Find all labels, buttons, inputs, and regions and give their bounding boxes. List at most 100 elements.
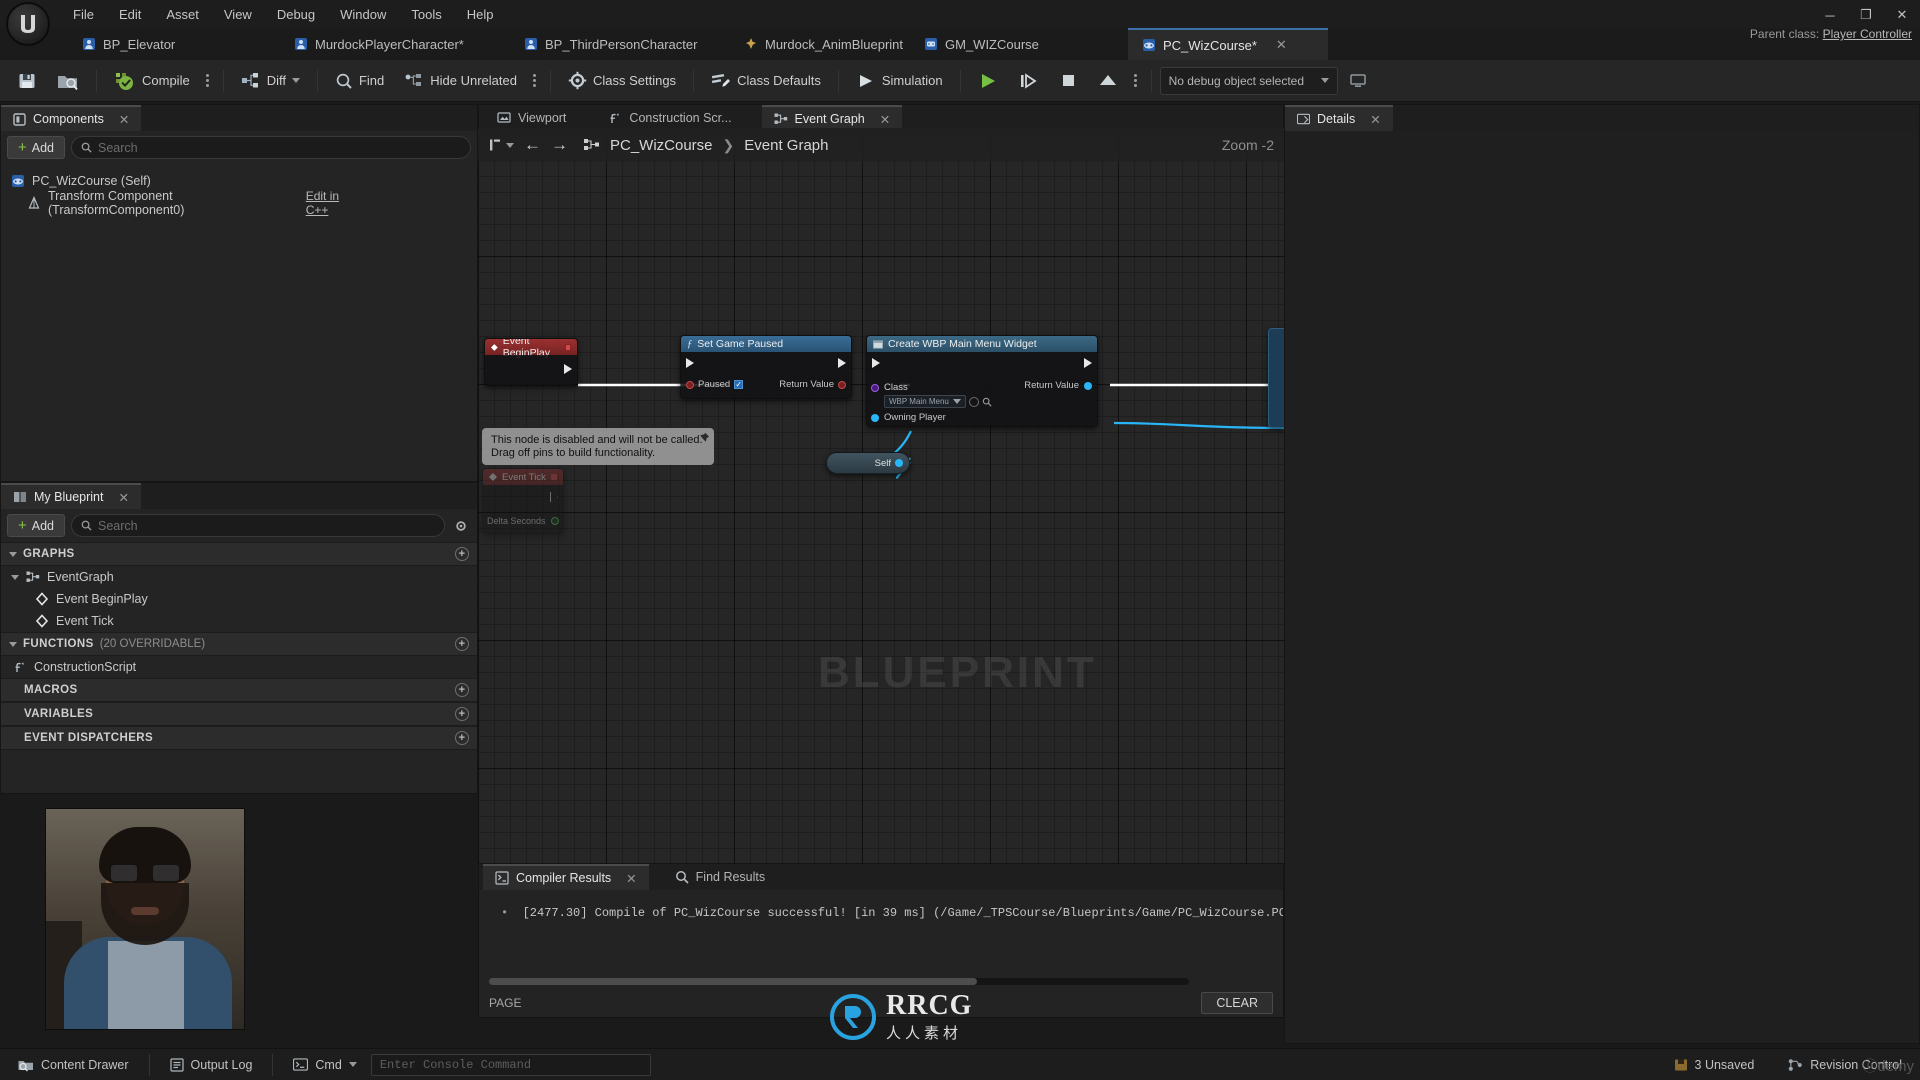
hide-unrelated-options-button[interactable]	[528, 74, 542, 87]
menu-item-asset[interactable]: Asset	[155, 3, 210, 26]
section-add-button[interactable]: +	[455, 547, 469, 561]
asset-tab-murdock_animblueprint[interactable]: Murdock_AnimBlueprint	[730, 28, 930, 60]
my-blueprint-section-macros[interactable]: MACROS +	[1, 678, 477, 702]
exec-out-pin[interactable]	[1084, 358, 1092, 368]
graph-back-button[interactable]: ←	[524, 135, 541, 155]
class-defaults-button[interactable]: Class Defaults	[702, 64, 830, 98]
close-button[interactable]: ✕	[1884, 0, 1920, 30]
clear-results-button[interactable]: CLEAR	[1201, 992, 1273, 1014]
components-search-input[interactable]: Search	[71, 136, 471, 159]
eject-button[interactable]	[1089, 64, 1127, 98]
section-add-button[interactable]: +	[455, 637, 469, 651]
section-add-button[interactable]: +	[455, 707, 469, 721]
section-add-button[interactable]: +	[455, 731, 469, 745]
caret-down-icon[interactable]	[11, 574, 19, 580]
menu-item-view[interactable]: View	[213, 3, 263, 26]
breadcrumb-root[interactable]: PC_WizCourse	[610, 137, 713, 154]
tab-details[interactable]: Details ✕	[1285, 105, 1393, 131]
caret-down-icon[interactable]	[9, 641, 17, 647]
menu-item-debug[interactable]: Debug	[266, 3, 326, 26]
node-set-game-paused[interactable]: ƒ Set Game Paused Paused ✓ Return Value	[680, 335, 852, 399]
my-blueprint-section-event-dispatchers[interactable]: EVENT DISPATCHERS +	[1, 726, 477, 750]
asset-tab-murdockplayercharacter[interactable]: MurdockPlayerCharacter*	[280, 28, 492, 60]
my-blueprint-add-button[interactable]: + Add	[7, 514, 66, 537]
menu-item-tools[interactable]: Tools	[400, 3, 452, 26]
graph-forward-button[interactable]: →	[551, 135, 568, 155]
tab-my-blueprint[interactable]: My Blueprint ✕	[1, 483, 141, 509]
find-button[interactable]: Find	[326, 64, 393, 98]
close-icon[interactable]: ✕	[119, 112, 129, 127]
class-settings-button[interactable]: Class Settings	[559, 64, 685, 98]
paused-pin-dot[interactable]	[686, 380, 694, 389]
my-blueprint-item[interactable]: ConstructionScript	[1, 656, 477, 678]
node-event-beginplay[interactable]: Event BeginPlay	[484, 338, 578, 386]
compile-button[interactable]: Compile	[105, 64, 199, 98]
class-pin-dot[interactable]	[871, 384, 879, 392]
my-blueprint-settings-button[interactable]	[451, 519, 471, 533]
node-create-widget[interactable]: Create WBP Main Menu Widget Class WBP Ma…	[866, 335, 1098, 427]
search-icon[interactable]	[982, 397, 992, 407]
menu-item-edit[interactable]: Edit	[108, 3, 152, 26]
my-blueprint-section-variables[interactable]: VARIABLES +	[1, 702, 477, 726]
simulation-button[interactable]: Simulation	[847, 64, 952, 98]
component-row[interactable]: Transform Component (TransformComponent0…	[1, 189, 477, 217]
exec-out-pin[interactable]	[564, 364, 572, 374]
pin-tooltip-icon[interactable]	[697, 432, 710, 445]
maximize-button[interactable]: ❐	[1848, 0, 1884, 30]
results-horizontal-scrollbar[interactable]	[489, 978, 1189, 985]
return-value-pin-dot[interactable]	[838, 380, 846, 389]
hide-unrelated-button[interactable]: Hide Unrelated	[395, 64, 526, 98]
owning-player-pin-dot[interactable]	[871, 413, 879, 422]
asset-tab-bp_elevator[interactable]: BP_Elevator	[68, 28, 194, 60]
close-icon[interactable]: ✕	[880, 112, 890, 127]
menu-item-help[interactable]: Help	[456, 3, 505, 26]
create-widget-return-pin-dot[interactable]	[1084, 381, 1092, 390]
cmd-mode-button[interactable]: Cmd	[283, 1053, 366, 1077]
asset-tab-pc_wizcourse[interactable]: PC_WizCourse* ✕	[1128, 28, 1328, 60]
menu-item-window[interactable]: Window	[329, 3, 397, 26]
content-drawer-button[interactable]: Content Drawer	[8, 1053, 139, 1077]
unsaved-button[interactable]: 3 Unsaved	[1664, 1053, 1765, 1077]
tab-components[interactable]: Components ✕	[1, 105, 142, 131]
exec-out-pin[interactable]	[550, 492, 558, 502]
stop-button[interactable]	[1049, 64, 1087, 98]
self-pin-dot[interactable]	[895, 459, 903, 467]
exec-in-pin[interactable]	[686, 358, 694, 368]
node-event-tick-disabled[interactable]: Event Tick Delta Seconds	[482, 468, 564, 534]
save-button[interactable]	[8, 64, 46, 98]
breadcrumb-current[interactable]: Event Graph	[744, 137, 828, 154]
minimize-button[interactable]: ─	[1812, 0, 1848, 30]
my-blueprint-item[interactable]: EventGraph	[1, 566, 477, 588]
my-blueprint-search-input[interactable]: Search	[71, 514, 445, 537]
event-graph-canvas[interactable]: BLUEPRINT ← → PC_WizCourse ❯ Event Graph…	[478, 128, 1284, 863]
my-blueprint-item[interactable]: Event BeginPlay	[1, 588, 477, 610]
caret-down-icon[interactable]	[9, 551, 17, 557]
asset-tab-bp_thirdpersoncharacter[interactable]: BP_ThirdPersonCharacter	[510, 28, 718, 60]
debug-filter-button[interactable]	[1340, 64, 1376, 98]
close-icon[interactable]: ✕	[626, 871, 636, 886]
close-icon[interactable]: ✕	[118, 490, 128, 505]
menu-item-file[interactable]: File	[62, 3, 105, 26]
asset-tab-gm_wizcourse[interactable]: GM_WIZCourse	[910, 28, 1060, 60]
section-add-button[interactable]: +	[455, 683, 469, 697]
diff-button[interactable]: Diff	[232, 64, 309, 98]
unreal-engine-logo[interactable]	[6, 2, 50, 46]
node-self[interactable]: Self	[826, 452, 910, 474]
paused-checkbox[interactable]: ✓	[734, 380, 744, 389]
node-advanced-display-icon[interactable]	[1085, 335, 1098, 342]
exec-in-pin[interactable]	[872, 358, 880, 368]
play-button[interactable]	[969, 64, 1007, 98]
compile-options-button[interactable]	[201, 74, 215, 87]
browse-asset-icon[interactable]	[968, 396, 979, 407]
graph-display-options-button[interactable]	[488, 138, 514, 152]
step-button[interactable]	[1009, 64, 1047, 98]
console-command-input[interactable]: Enter Console Command	[370, 1053, 651, 1076]
results-tab-find-results[interactable]: Find Results	[663, 864, 777, 890]
exec-out-pin[interactable]	[838, 358, 846, 368]
close-icon[interactable]: ✕	[1370, 112, 1380, 127]
edit-in-cpp-link[interactable]: Edit in C++	[306, 189, 362, 217]
components-add-button[interactable]: + Add	[7, 136, 66, 159]
node-offscreen-partial[interactable]	[1268, 328, 1284, 428]
delta-seconds-pin-dot[interactable]	[550, 517, 559, 525]
browse-button[interactable]	[48, 64, 88, 98]
